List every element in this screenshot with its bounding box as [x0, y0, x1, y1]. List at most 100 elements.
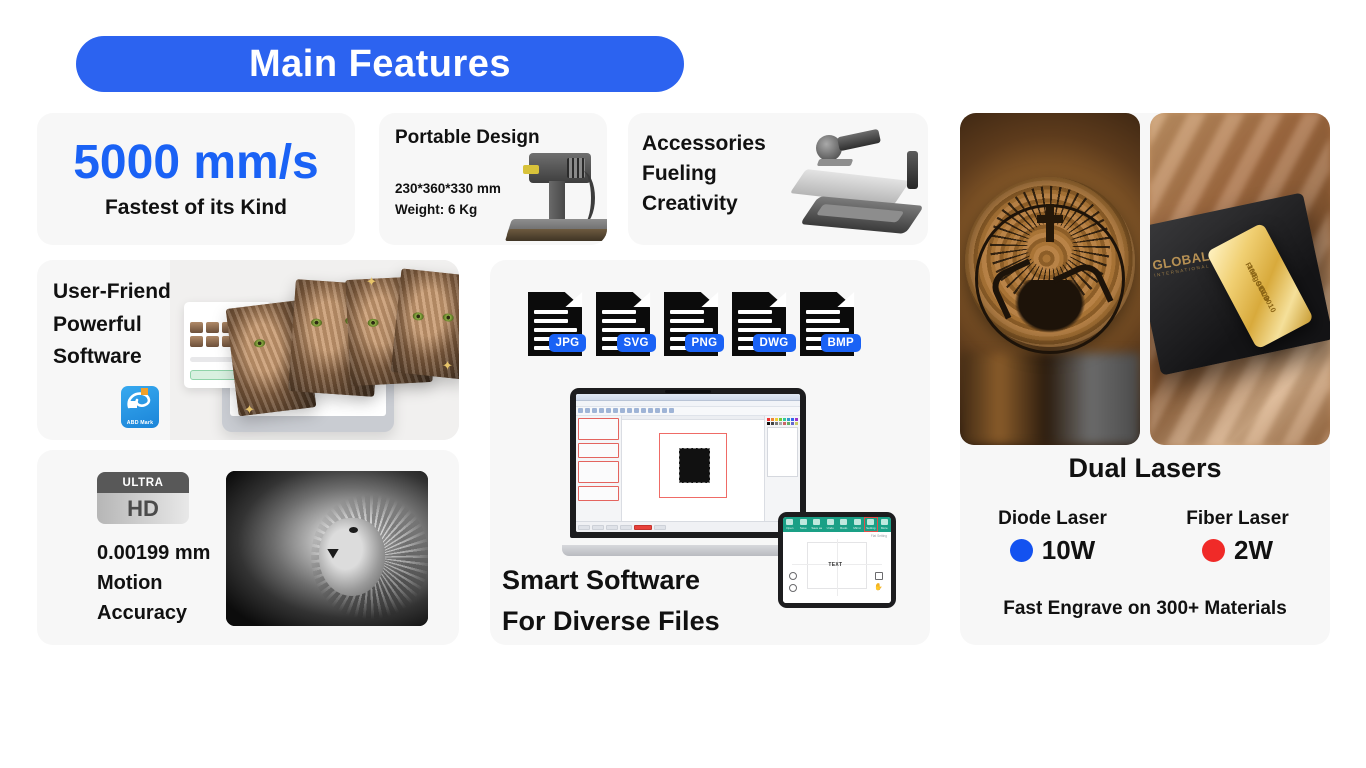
engraved-wood-slice-deer-cross [960, 113, 1140, 445]
cat-artwork-object [678, 447, 711, 484]
laser-base-foot [505, 229, 607, 241]
accuracy-value: 0.00199 mm [97, 542, 211, 564]
main-features-infographic: Main Features 5000 mm/s Fastest of its K… [0, 0, 1366, 768]
software-left-panel [576, 416, 622, 521]
page-title: Main Features [248, 42, 512, 85]
laptop-screen [576, 394, 800, 532]
app-icon-label: ABD Mark [126, 420, 154, 426]
fiber-laser-dot-icon [1202, 539, 1225, 562]
supported-file-types: JPG SVG PNG DWG BMP [528, 292, 861, 356]
zoom-out-icon[interactable] [789, 584, 797, 592]
tablet-toolbar-mirror[interactable]: Mirror [851, 517, 865, 532]
tablet-toolbar: Open Save Save as Undo Redo Mirror Setti… [783, 517, 891, 532]
tablet-software-screenshot: Open Save Save as Undo Redo Mirror Setti… [778, 512, 896, 608]
accessories-title-line-3: Creativity [642, 191, 738, 215]
software-right-panel [764, 416, 800, 521]
gold-bar-serial: G00010 [1256, 284, 1278, 314]
software-title-line-2: Powerful [53, 312, 142, 336]
file-icon-jpg: JPG [528, 292, 587, 356]
feature-card-portable-design: Portable Design 230*360*330 mm Weight: 6… [379, 113, 607, 245]
file-icon-bmp: BMP [800, 292, 861, 356]
materials-statement: Fast Engrave on 300+ Materials [1003, 598, 1287, 619]
pan-hand-icon[interactable]: ✋ [874, 584, 883, 592]
accessories-title-line-1: Accessories [642, 132, 766, 155]
diode-laser-name: Diode Laser [998, 508, 1107, 529]
tablet-toolbar-open[interactable]: Open [783, 517, 797, 532]
tablet-hint-label: Flat Setting [870, 534, 887, 538]
laser-accessories-photo [788, 123, 925, 235]
smart-software-title: Smart Software For Diverse Files [502, 560, 720, 641]
riser-post-icon [907, 151, 918, 189]
cats-photo-composition: ✦ ✦ ✦ [170, 260, 459, 440]
portable-weight: Weight: 6 Kg [395, 201, 478, 217]
tablet-toolbar-more[interactable]: More [878, 517, 892, 532]
tablet-canvas[interactable]: Flat Setting TEXT ✋ [783, 532, 891, 603]
laptop-camera-notch [665, 390, 711, 393]
laser-sample-photos: GLOBAL INTERNATIONAL 100g FINE GOLD 999.… [960, 113, 1330, 445]
lion-image [226, 471, 428, 626]
sparkle-icon: ✦ [366, 274, 377, 289]
engraved-lion-portrait [226, 471, 428, 626]
feature-card-speed: 5000 mm/s Fastest of its Kind [37, 113, 355, 245]
speed-value: 5000 mm/s [73, 135, 319, 189]
fiber-laser-power: 2W [1234, 535, 1273, 565]
engraved-deer-head-icon [1002, 280, 1098, 345]
sparkle-icon: ✦ [244, 402, 255, 417]
file-icon-dwg: DWG [732, 292, 796, 356]
feature-card-motion-accuracy: ULTRA HD 0.00199 mm Motion Accuracy [37, 450, 459, 645]
laser-machine-illustration [503, 137, 607, 245]
file-badge-label: PNG [684, 334, 725, 352]
accessories-illustration [788, 123, 925, 235]
portable-laser-engraver-photo [503, 137, 607, 245]
feature-card-accessories: Accessories Fueling Creativity [628, 113, 928, 245]
ultra-hd-badge-bottom: HD [97, 493, 189, 524]
ultra-hd-badge-top: ULTRA [97, 472, 189, 493]
tablet-toolbar-undo[interactable]: Undo [824, 517, 838, 532]
speed-subtitle: Fastest of its Kind [104, 196, 288, 220]
laptop-software-screenshot [562, 388, 814, 556]
dual-lasers-title: Dual Lasers [1068, 453, 1222, 483]
sparkle-icon: ✦ [442, 358, 453, 373]
tablet-text-object[interactable]: TEXT [828, 562, 842, 568]
file-badge-label: JPG [548, 334, 587, 352]
zoom-in-icon[interactable] [789, 572, 797, 580]
software-title: User-Friendly Powerful Software [53, 276, 188, 374]
smart-software-title-line-1: Smart Software [502, 565, 701, 595]
engraved-gold-bar-on-box: GLOBAL INTERNATIONAL 100g FINE GOLD 999.… [1150, 113, 1330, 445]
file-badge-label: DWG [752, 334, 796, 352]
portable-dimensions: 230*360*330 mm [395, 181, 501, 196]
software-app-icon[interactable]: ABD Mark [121, 386, 159, 428]
laptop-with-cat-photos: ✦ ✦ ✦ [170, 260, 459, 440]
diode-laser-dot-icon [1009, 539, 1033, 562]
ultra-hd-badge: ULTRA HD [97, 472, 189, 524]
feature-card-dual-lasers: GLOBAL INTERNATIONAL 100g FINE GOLD 999.… [960, 113, 1330, 645]
box-brand-logo: GLOBAL INTERNATIONAL [1151, 248, 1211, 278]
laser-spec-fiber: Fiber Laser 2W [1145, 508, 1330, 566]
file-icon-svg: SVG [596, 292, 656, 356]
feature-card-smart-software: JPG SVG PNG DWG BMP Open Save Save as Un… [490, 260, 930, 645]
software-title-line-3: Software [53, 345, 142, 369]
tablet-toolbar-save[interactable]: Save [797, 517, 811, 532]
laptop-base [562, 545, 814, 556]
accessories-title: Accessories Fueling Creativity [642, 129, 766, 218]
accuracy-line-2: Motion [97, 572, 163, 594]
portable-specs: 230*360*330 mm Weight: 6 Kg [395, 179, 501, 221]
feature-card-user-friendly-software: User-Friendly Powerful Software ABD Mark [37, 260, 459, 440]
fiber-laser-name: Fiber Laser [1186, 508, 1289, 529]
laser-column [549, 181, 565, 221]
engraved-cross-icon [1037, 203, 1063, 242]
fit-to-screen-icon[interactable] [875, 572, 883, 580]
tablet-toolbar-setting[interactable]: Setting [864, 517, 878, 532]
tablet-toolbar-save-as[interactable]: Save as [810, 517, 824, 532]
accuracy-text: 0.00199 mm Motion Accuracy [97, 538, 210, 628]
software-canvas [622, 416, 764, 521]
file-badge-label: SVG [616, 334, 656, 352]
tablet-toolbar-redo[interactable]: Redo [837, 517, 851, 532]
accuracy-line-3: Accuracy [97, 602, 188, 624]
engraving-software-ui [576, 394, 800, 532]
app-icon-glyph [121, 385, 159, 420]
tablet-screen: Open Save Save as Undo Redo Mirror Setti… [783, 517, 891, 603]
laptop-lid [570, 388, 806, 538]
laser-spec-diode: Diode Laser 10W [960, 508, 1145, 566]
software-title-line-1: User-Friendly [53, 280, 189, 303]
